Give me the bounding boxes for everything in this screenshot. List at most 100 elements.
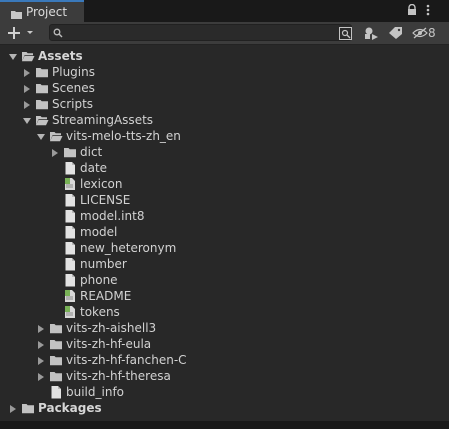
tree-row[interactable]: Assets [0,48,449,64]
tree-item-label: StreamingAssets [52,113,154,127]
collapsed-arrow-icon[interactable] [36,355,46,365]
create-button[interactable] [6,25,38,41]
folder-icon [35,81,49,95]
tree-item-label: lexicon [80,177,123,191]
folder-icon [11,8,22,19]
tree-item-label: vits-zh-hf-eula [66,337,152,351]
tree-row[interactable]: Plugins [0,64,449,80]
tree-item-label: Assets [38,49,83,63]
collapsed-arrow-icon[interactable] [22,67,32,77]
tab-bar: Project [0,0,449,22]
tree-row[interactable]: model [0,224,449,240]
tree-item-label: Plugins [52,65,95,79]
collapsed-arrow-icon[interactable] [36,371,46,381]
file-icon [63,225,77,239]
hidden-packages-count: 8 [428,26,436,40]
collapsed-arrow-icon[interactable] [36,339,46,349]
text-asset-icon [63,289,77,303]
tree-row[interactable]: phone [0,272,449,288]
search-icon [53,27,63,41]
tree-row[interactable]: README [0,288,449,304]
tree-row[interactable]: Scripts [0,96,449,112]
asset-tree: Assets Plugins Scenes Scripts StreamingAsset… [0,45,449,421]
bottom-edge [0,421,449,429]
folder-open-icon [21,49,35,63]
tree-item-label: vits-zh-hf-theresa [66,369,171,383]
filter-by-label-icon[interactable] [385,25,405,41]
collapsed-arrow-icon[interactable] [50,147,60,157]
tree-row[interactable]: dict [0,144,449,160]
search-by-type-icon[interactable] [335,25,355,41]
file-icon [63,209,77,223]
expanded-arrow-icon[interactable] [36,131,46,141]
kebab-menu-icon[interactable] [426,4,430,19]
tree-row[interactable]: vits-zh-hf-eula [0,336,449,352]
hidden-packages-icon[interactable] [410,25,430,41]
tab-project[interactable]: Project [0,0,84,22]
tree-row[interactable]: lexicon [0,176,449,192]
file-icon [63,241,77,255]
expanded-arrow-icon[interactable] [8,51,18,61]
project-toolbar: 8 [0,22,449,45]
lock-icon[interactable] [407,3,417,19]
folder-open-icon [35,113,49,127]
collapsed-arrow-icon[interactable] [8,403,18,413]
file-icon [63,193,77,207]
tree-row[interactable]: tokens [0,304,449,320]
tree-item-label: LICENSE [80,193,131,207]
tree-row[interactable]: LICENSE [0,192,449,208]
tree-item-label: date [80,161,108,175]
tree-row[interactable]: Packages [0,400,449,416]
tree-row[interactable]: build_info [0,384,449,400]
tree-item-label: vits-zh-aishell3 [66,321,157,335]
tree-row[interactable]: vits-zh-hf-fanchen-C [0,352,449,368]
tree-item-label: model [80,225,118,239]
collapsed-arrow-icon[interactable] [36,323,46,333]
project-window: Project 8 Assets Plugins Scenes Scripts … [0,0,449,429]
tree-row[interactable]: StreamingAssets [0,112,449,128]
tree-row[interactable]: Scenes [0,80,449,96]
tree-item-label: build_info [66,385,125,399]
search-input[interactable] [66,25,340,42]
folder-icon [49,369,63,383]
tree-row[interactable]: vits-melo-tts-zh_en [0,128,449,144]
folder-icon [49,337,63,351]
tree-item-label: Scenes [52,81,95,95]
tree-item-label: Packages [38,401,102,415]
folder-icon [21,401,35,415]
folder-icon [35,97,49,111]
tree-row[interactable]: new_heteronym [0,240,449,256]
file-icon [63,161,77,175]
folder-open-icon [49,129,63,143]
text-asset-icon [63,305,77,319]
tree-item-label: number [80,257,127,271]
tree-row[interactable]: number [0,256,449,272]
folder-icon [49,353,63,367]
tree-item-label: vits-zh-hf-fanchen-C [66,353,187,367]
tree-item-label: dict [80,145,103,159]
tree-item-label: vits-melo-tts-zh_en [66,129,181,143]
folder-icon [35,65,49,79]
expanded-arrow-icon[interactable] [22,115,32,125]
tree-row[interactable]: vits-zh-hf-theresa [0,368,449,384]
text-asset-icon [63,177,77,191]
search-field[interactable] [49,24,352,42]
tree-row[interactable]: vits-zh-aishell3 [0,320,449,336]
file-icon [49,385,63,399]
tree-item-label: new_heteronym [80,241,177,255]
tab-label: Project [26,5,68,19]
file-icon [63,257,77,271]
tree-row[interactable]: model.int8 [0,208,449,224]
file-icon [63,273,77,287]
collapsed-arrow-icon[interactable] [22,83,32,93]
filter-by-type-icon[interactable] [361,25,381,41]
collapsed-arrow-icon[interactable] [22,99,32,109]
tree-item-label: phone [80,273,118,287]
tree-item-label: model.int8 [80,209,145,223]
tree-item-label: tokens [80,305,120,319]
tree-item-label: Scripts [52,97,94,111]
folder-icon [49,321,63,335]
folder-icon [63,145,77,159]
tree-item-label: README [80,289,132,303]
tree-row[interactable]: date [0,160,449,176]
